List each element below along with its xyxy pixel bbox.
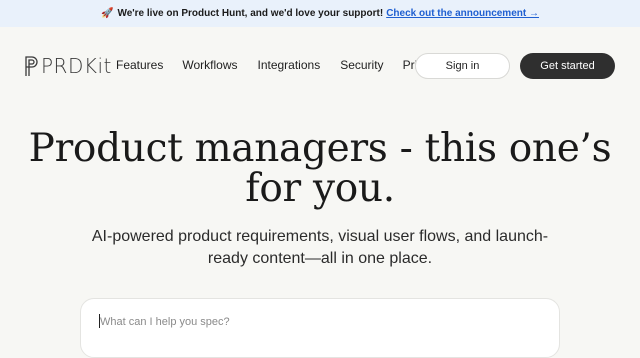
top-navigation: PRDKit Features Workflows Integrations S… <box>0 27 640 105</box>
announcement-link[interactable]: Check out the announcement → <box>386 8 539 19</box>
prompt-box <box>80 298 560 358</box>
sign-in-button[interactable]: Sign in <box>415 53 510 79</box>
nav-link-security[interactable]: Security <box>340 58 383 72</box>
prdkit-logo-icon <box>25 56 38 76</box>
nav-link-integrations[interactable]: Integrations <box>257 58 320 72</box>
nav-links: Features Workflows Integrations Security… <box>116 58 439 72</box>
nav-link-features[interactable]: Features <box>116 58 163 72</box>
nav-link-workflows[interactable]: Workflows <box>182 58 237 72</box>
logo[interactable]: PRDKit <box>24 54 112 78</box>
logo-text: PRDKit <box>41 54 112 78</box>
announcement-bar: 🚀 We're live on Product Hunt, and we'd l… <box>0 0 640 27</box>
prompt-input[interactable] <box>100 313 540 331</box>
hero-subtitle: AI-powered product requirements, visual … <box>91 228 549 267</box>
rocket-icon: 🚀 <box>101 8 114 19</box>
get-started-button[interactable]: Get started <box>520 53 615 79</box>
hero-title: Product managers - this one’s for you. <box>28 126 612 211</box>
announcement-message: We're live on Product Hunt, and we'd lov… <box>117 8 384 19</box>
